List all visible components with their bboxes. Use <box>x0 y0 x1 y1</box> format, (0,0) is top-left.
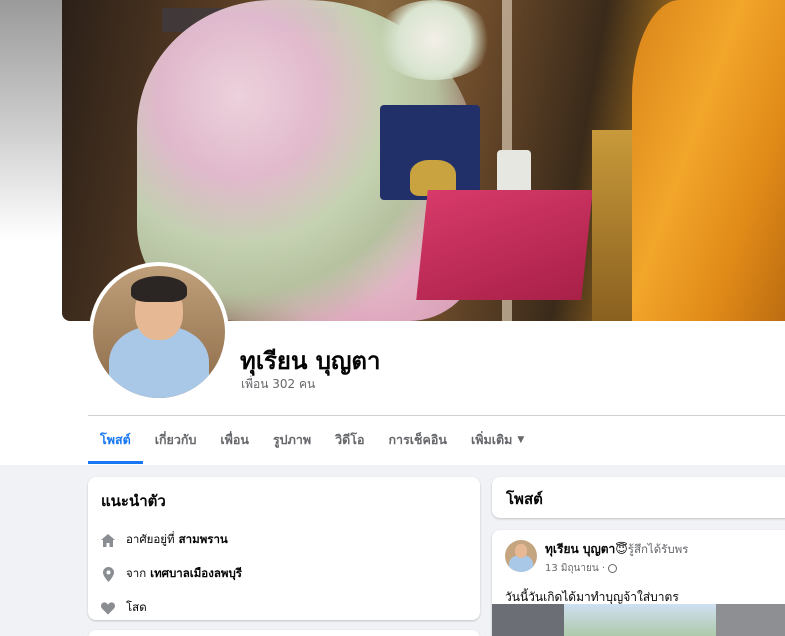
intro-title: แนะนำตัว <box>101 492 166 510</box>
from-value[interactable]: เทศบาลเมืองลพบุรี <box>150 565 242 583</box>
tab-about[interactable]: เกี่ยวกับ <box>143 416 209 464</box>
intro-from: จาก เทศบาลเมืองลพบุรี <box>101 557 467 591</box>
tab-label: รูปภาพ <box>272 432 312 447</box>
post-photo[interactable] <box>492 604 785 636</box>
posts-title: โพสต์ <box>506 490 543 508</box>
globe-icon <box>608 564 618 573</box>
tab-label: โพสต์ <box>100 432 131 447</box>
tab-friends[interactable]: เพื่อน <box>208 416 261 464</box>
relationship-status: โสด <box>126 600 147 614</box>
post-date[interactable]: 13 มิถุนายน · <box>545 561 605 576</box>
tab-label: การเช็คอิน <box>388 432 447 447</box>
friends-count[interactable]: เพื่อน 302 คน <box>241 375 315 394</box>
post-feeling: รู้สึกได้รับพร <box>627 542 689 556</box>
post-author-avatar[interactable] <box>505 540 537 572</box>
tab-checkins[interactable]: การเช็คอิน <box>376 416 458 464</box>
from-label: จาก <box>126 566 147 580</box>
tab-videos[interactable]: วิดีโอ <box>323 416 376 464</box>
profile-tabs: โพสต์ เกี่ยวกับ เพื่อน รูปภาพ วิดีโอ การ… <box>88 416 536 464</box>
home-icon <box>101 533 115 547</box>
post-card: ทุเรียน บุญตา😇รู้สึกได้รับพร 13 มิถุนายน… <box>492 530 785 636</box>
tab-label: เพิ่มเติม <box>470 432 513 447</box>
intro-card: แนะนำตัว อาศัยอยู่ที่ สามพราน จาก เทศบาลเม… <box>88 477 480 620</box>
intro-relationship: โสด <box>101 591 467 625</box>
caret-down-icon: ▼ <box>517 435 525 445</box>
tab-photos[interactable]: รูปภาพ <box>261 416 323 464</box>
tab-label: วิดีโอ <box>335 432 365 447</box>
lives-in-label: อาศัยอยู่ที่ <box>126 532 175 546</box>
heart-icon <box>101 601 115 615</box>
intro-lives-in: อาศัยอยู่ที่ สามพราน <box>101 523 467 557</box>
profile-avatar[interactable] <box>89 262 229 402</box>
photos-card <box>88 630 480 636</box>
location-pin-icon <box>101 566 115 582</box>
feeling-emoji: 😇 <box>615 542 628 556</box>
tab-label: เพื่อน <box>220 432 249 447</box>
lives-in-value[interactable]: สามพราน <box>179 531 228 549</box>
tab-more[interactable]: เพิ่มเติม ▼ <box>459 416 536 464</box>
tab-label: เกี่ยวกับ <box>154 432 197 447</box>
post-author-name[interactable]: ทุเรียน บุญตา <box>545 542 615 556</box>
posts-header-card: โพสต์ <box>492 477 785 518</box>
tab-posts[interactable]: โพสต์ <box>88 416 143 464</box>
